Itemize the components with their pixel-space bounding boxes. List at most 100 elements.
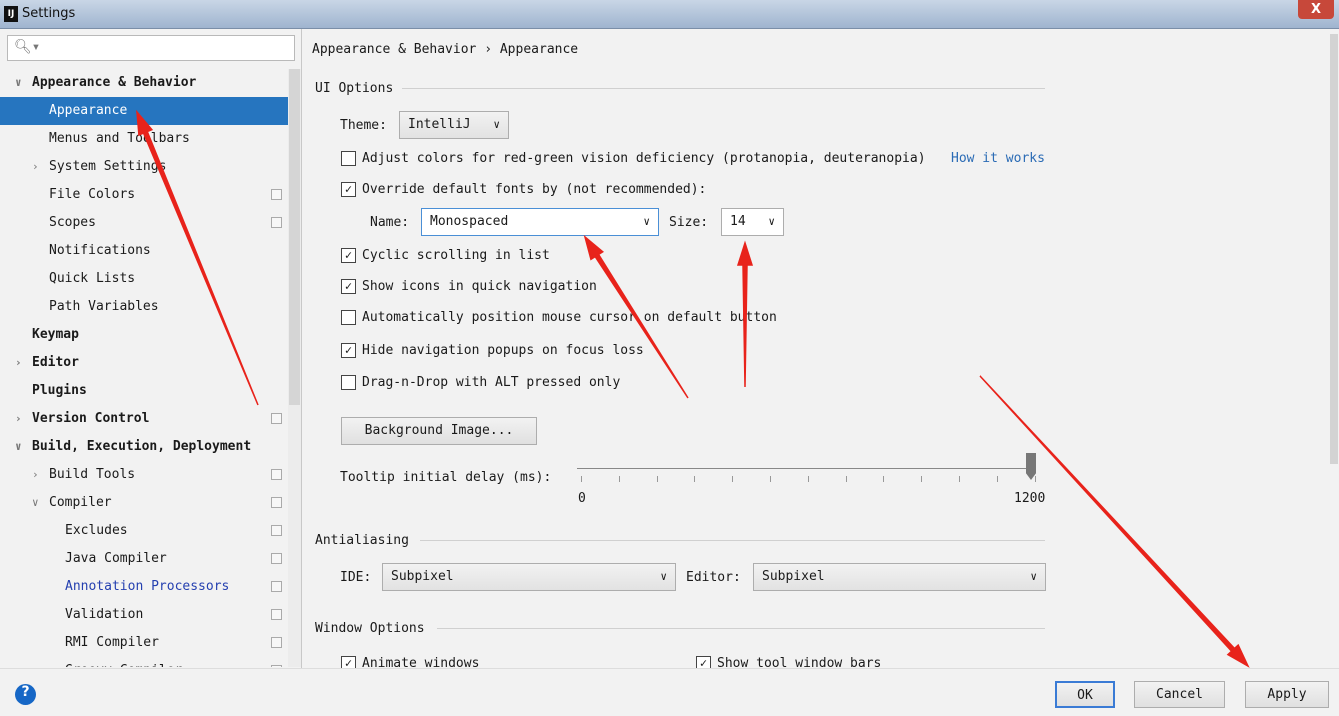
close-button[interactable]: X	[1298, 0, 1334, 19]
antialiasing-heading: Antialiasing	[315, 533, 409, 548]
font-name-select[interactable]: Monospaced ∨	[421, 208, 659, 236]
tree-item[interactable]: Groovy Compiler	[0, 657, 288, 667]
tooltip-delay-label: Tooltip initial delay (ms):	[340, 470, 552, 485]
tree-item-label: Java Compiler	[65, 551, 167, 566]
slider-min-label: 0	[578, 491, 586, 506]
tree-item-label: Notifications	[49, 243, 151, 258]
tree-item[interactable]: › System Settings	[0, 153, 288, 181]
tree-item[interactable]: ∨ Build, Execution, Deployment	[0, 433, 288, 461]
cancel-button[interactable]: Cancel	[1134, 681, 1225, 708]
tree-item[interactable]: Scopes	[0, 209, 288, 237]
chevron-right-icon[interactable]: ›	[15, 405, 27, 433]
title-bar: IJ Settings X	[0, 0, 1339, 29]
slider-tick	[770, 476, 771, 482]
ide-antialiasing-select[interactable]: Subpixel ∨	[382, 563, 676, 591]
auto-position-checkbox[interactable]	[341, 310, 356, 325]
override-fonts-checkbox[interactable]: ✓	[341, 182, 356, 197]
tree-item[interactable]: RMI Compiler	[0, 629, 288, 657]
app-logo: IJ	[4, 6, 18, 22]
tree-item-label: RMI Compiler	[65, 635, 159, 650]
tree-item[interactable]: Path Variables	[0, 293, 288, 321]
tree-item[interactable]: Plugins	[0, 377, 288, 405]
tree-item[interactable]: Annotation Processors	[0, 573, 288, 601]
tool-window-bars-checkbox[interactable]: ✓	[696, 656, 711, 668]
tree-item-label: Keymap	[32, 327, 79, 342]
tree-item[interactable]: › Build Tools	[0, 461, 288, 489]
search-input[interactable]: 🔍︎▾	[7, 35, 295, 61]
slider-tick	[883, 476, 885, 482]
chevron-down-icon: ∨	[493, 118, 500, 131]
chevron-down-icon: ∨	[1030, 570, 1037, 583]
tree-item[interactable]: Keymap	[0, 321, 288, 349]
tree-item[interactable]: Quick Lists	[0, 265, 288, 293]
adjust-colors-checkbox[interactable]	[341, 151, 356, 166]
tree-item[interactable]: › Version Control	[0, 405, 288, 433]
tree-item-label: Validation	[65, 607, 144, 622]
tree-item-label: Excludes	[65, 523, 128, 538]
tree-item-label: Menus and Toolbars	[49, 131, 190, 146]
theme-select[interactable]: IntelliJ ∨	[399, 111, 509, 139]
animate-windows-checkbox[interactable]: ✓	[341, 656, 356, 668]
tree-item[interactable]: › Editor	[0, 349, 288, 377]
breadcrumb: Appearance & Behavior › Appearance	[312, 42, 578, 57]
tool-window-bars-label: Show tool window bars	[717, 656, 882, 668]
project-scope-icon	[271, 637, 282, 648]
help-button[interactable]: ?	[15, 684, 36, 705]
appearance-panel: Appearance & Behavior › Appearance UI Op…	[302, 29, 1339, 668]
cyclic-scrolling-checkbox[interactable]: ✓	[341, 248, 356, 263]
cyclic-scrolling-label: Cyclic scrolling in list	[362, 248, 550, 263]
settings-tree: ∨ Appearance & Behavior Appearance Menus an…	[0, 69, 288, 667]
chevron-down-icon[interactable]: ∨	[32, 489, 44, 517]
tree-item[interactable]: Notifications	[0, 237, 288, 265]
slider-max-label: 1200	[1014, 491, 1046, 506]
font-name-label: Name:	[370, 215, 410, 230]
tree-item[interactable]: Excludes	[0, 517, 288, 545]
how-it-works-link[interactable]: How it works	[951, 151, 1045, 166]
slider-tick	[694, 476, 696, 482]
tree-item-label: Groovy Compiler	[65, 657, 182, 667]
tree-item[interactable]: Menus and Toolbars	[0, 125, 288, 153]
chevron-down-icon[interactable]: ∨	[15, 69, 27, 97]
ide-label: IDE:	[340, 570, 372, 585]
tree-item-label: System Settings	[49, 159, 167, 174]
slider-tick	[996, 476, 998, 482]
font-size-label: Size:	[669, 215, 709, 230]
show-icons-label: Show icons in quick navigation	[362, 279, 597, 294]
chevron-right-icon[interactable]: ›	[32, 153, 44, 181]
adjust-colors-label: Adjust colors for red-green vision defic…	[362, 151, 926, 166]
search-icon: 🔍︎▾	[14, 39, 41, 55]
breadcrumb-parent[interactable]: Appearance & Behavior	[312, 42, 476, 57]
tree-item-label: Build Tools	[49, 467, 136, 482]
tree-item[interactable]: File Colors	[0, 181, 288, 209]
font-size-select[interactable]: 14 ∨	[721, 208, 784, 236]
tree-item[interactable]: Appearance	[0, 97, 288, 125]
tree-item[interactable]: ∨ Compiler	[0, 489, 288, 517]
dnd-checkbox[interactable]	[341, 375, 356, 390]
chevron-down-icon[interactable]: ∨	[15, 433, 27, 461]
chevron-right-icon[interactable]: ›	[32, 461, 44, 489]
project-scope-icon	[271, 665, 282, 667]
chevron-down-icon: ∨	[660, 570, 667, 583]
sidebar-scrollbar[interactable]	[288, 69, 301, 667]
background-image-button[interactable]: Background Image...	[341, 417, 537, 445]
apply-button[interactable]: Apply	[1245, 681, 1329, 708]
editor-antialiasing-select[interactable]: Subpixel ∨	[753, 563, 1046, 591]
main-scrollbar[interactable]	[1329, 29, 1339, 668]
show-icons-checkbox[interactable]: ✓	[341, 279, 356, 294]
hide-nav-checkbox[interactable]: ✓	[341, 343, 356, 358]
tree-item[interactable]: Java Compiler	[0, 545, 288, 573]
tree-item-label: Annotation Processors	[65, 579, 230, 594]
slider-tick	[732, 476, 734, 482]
tree-item[interactable]: ∨ Appearance & Behavior	[0, 69, 288, 97]
chevron-right-icon[interactable]: ›	[15, 349, 27, 377]
slider-tick	[618, 476, 620, 482]
project-scope-icon	[271, 413, 282, 424]
project-scope-icon	[271, 217, 282, 228]
tree-item[interactable]: Validation	[0, 601, 288, 629]
dnd-label: Drag-n-Drop with ALT pressed only	[362, 375, 621, 390]
dialog-footer: ? OK Cancel Apply	[0, 668, 1339, 716]
animate-windows-label: Animate windows	[362, 656, 480, 668]
tree-item-label: Scopes	[49, 215, 96, 230]
theme-label: Theme:	[340, 118, 387, 133]
ok-button[interactable]: OK	[1055, 681, 1115, 708]
